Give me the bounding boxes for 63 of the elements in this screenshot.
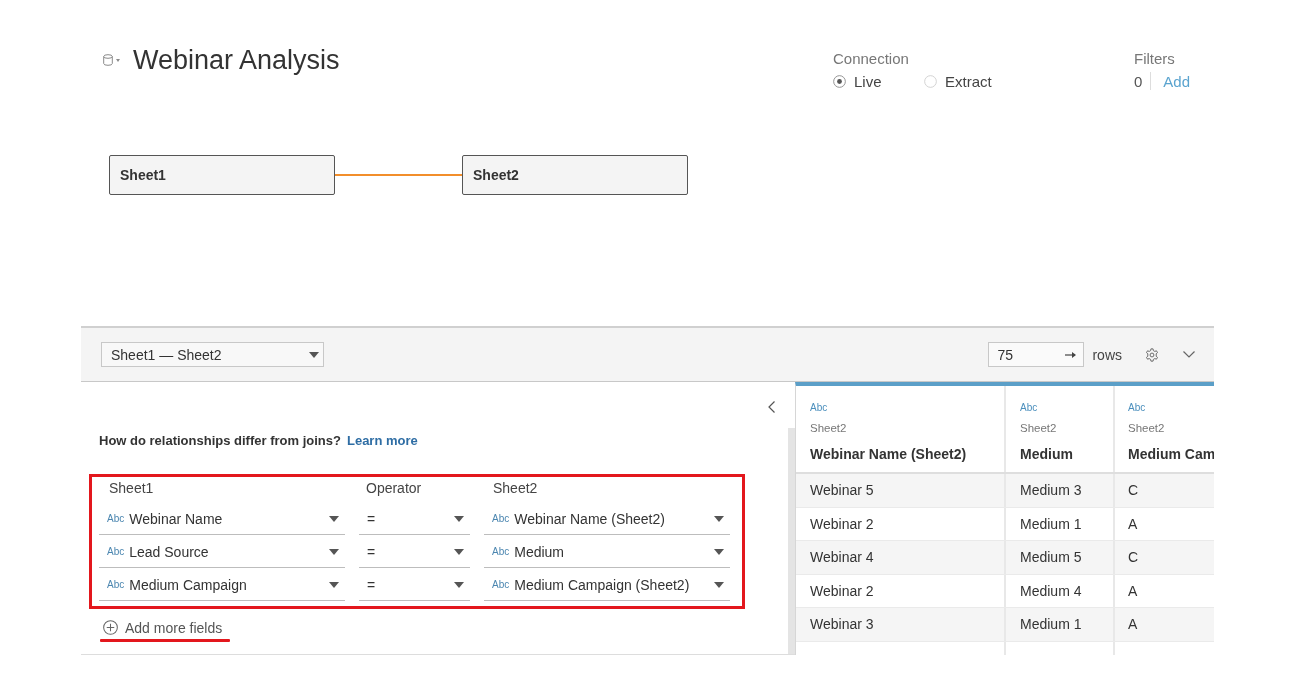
data-source-title: Webinar Analysis <box>133 44 340 76</box>
chevron-down-icon[interactable] <box>1183 351 1195 358</box>
column-heading: Sheet2 <box>492 479 539 492</box>
relationship-dropdown[interactable]: Sheet1 — Sheet2 <box>101 342 324 367</box>
data-type-label: Abc <box>1020 401 1039 415</box>
source-label: Sheet2 <box>1020 421 1058 435</box>
arrow-right-icon[interactable] <box>1065 350 1078 359</box>
intro-text: How do relationships differ from joins? <box>99 432 341 448</box>
rows-input[interactable]: 75 <box>988 342 1085 367</box>
source-label: Sheet2 <box>810 421 848 435</box>
dropdown-caret-icon <box>454 548 464 555</box>
scrollbar-track[interactable] <box>788 428 795 654</box>
field-dropdown[interactable]: Abc Medium <box>484 536 730 568</box>
add-more-fields-link[interactable]: Add more fields <box>125 619 223 636</box>
table-cell-text: A <box>1127 514 1139 534</box>
dropdown-caret-icon <box>329 515 339 522</box>
operator-dropdown[interactable]: = <box>359 503 470 535</box>
connection-label: Connection <box>833 50 910 68</box>
database-icon[interactable] <box>103 54 113 66</box>
collapse-chevron-icon[interactable] <box>768 401 775 413</box>
data-type-label: Abc <box>810 401 829 415</box>
dropdown-caret-icon <box>454 581 464 588</box>
table-cell: Webinar 5 <box>796 474 1006 507</box>
table-cell-text: C <box>1127 548 1140 568</box>
dropdown-caret-icon <box>714 515 724 522</box>
learn-more-link[interactable]: Learn more <box>346 432 418 448</box>
column-heading: Sheet1 <box>108 479 155 492</box>
field-dropdown[interactable]: Abc Webinar Name (Sheet2) <box>484 503 730 535</box>
dropdown-caret-icon <box>714 548 724 555</box>
dropdown-caret-icon <box>329 548 339 555</box>
column-name: Medium <box>1020 445 1074 463</box>
table-cell: Medium 3 <box>1006 474 1115 507</box>
field-dropdown[interactable]: Abc Medium Campaign (Sheet2) <box>484 569 730 601</box>
table-cell-text: A <box>1127 615 1139 635</box>
table-node[interactable]: Sheet2 <box>462 155 688 195</box>
filters-count: 0 <box>1134 72 1143 90</box>
settings-icon[interactable] <box>1145 347 1159 362</box>
table-cell: Webinar 3 <box>796 608 1006 641</box>
dropdown-caret-icon <box>309 351 319 358</box>
dropdown-caret-icon <box>329 581 339 588</box>
field-dropdown[interactable]: Abc Lead Source <box>99 536 345 568</box>
table-node[interactable]: Sheet1 <box>109 155 335 195</box>
plus-circle-icon[interactable] <box>103 620 118 635</box>
connection-radio[interactable]: Live <box>833 71 924 91</box>
table-cell-text: C <box>1127 481 1140 501</box>
filters-label: Filters <box>1134 50 1176 68</box>
column-name: Medium Cam <box>1128 445 1214 463</box>
connection-radio[interactable]: Extract <box>924 71 1015 91</box>
data-type-label: Abc <box>1128 401 1147 415</box>
table-cell: Medium 5 <box>1006 541 1115 574</box>
dropdown-caret-icon <box>454 515 464 522</box>
operator-dropdown[interactable]: = <box>359 536 470 568</box>
table-cell-text: A <box>1127 581 1139 601</box>
rows-label: rows <box>1092 346 1122 363</box>
table-cell: Medium 1 <box>1006 608 1115 641</box>
operator-dropdown[interactable]: = <box>359 569 470 601</box>
column-name: Webinar Name (Sheet2) <box>810 445 968 463</box>
caret-icon[interactable] <box>116 58 120 62</box>
dropdown-caret-icon <box>714 581 724 588</box>
field-dropdown[interactable]: Abc Medium Campaign <box>99 569 345 601</box>
source-label: Sheet2 <box>1128 421 1166 435</box>
table-cell: Webinar 4 <box>796 541 1006 574</box>
field-dropdown[interactable]: Abc Webinar Name <box>99 503 345 535</box>
